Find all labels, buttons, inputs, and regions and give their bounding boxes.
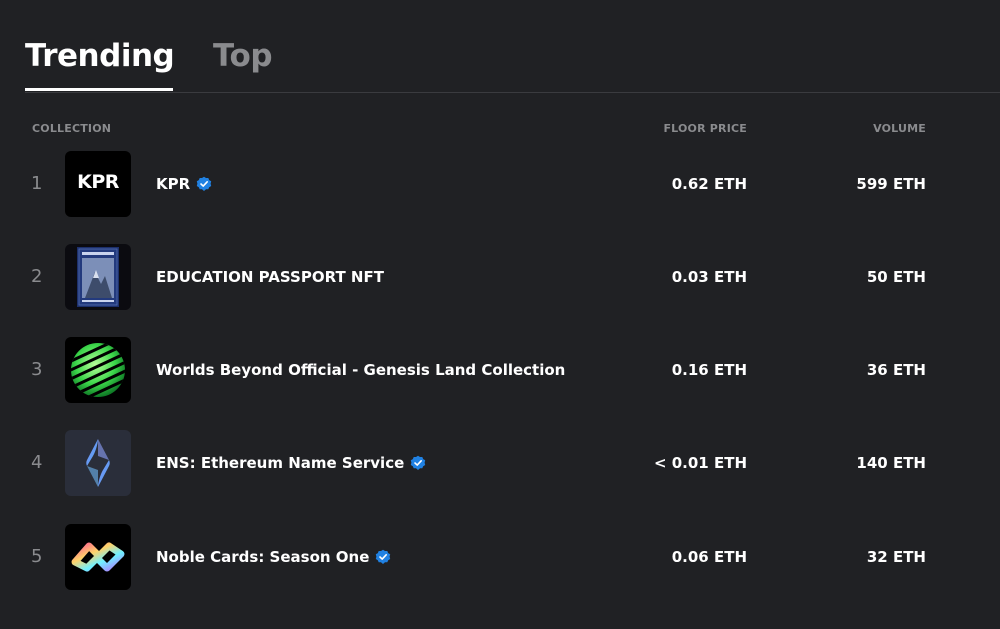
tab-bar: Trending Top (25, 28, 1000, 93)
green-globe-image (71, 343, 125, 397)
floor-price: 0.16 ETH (671, 361, 747, 379)
verified-badge-icon (196, 176, 212, 191)
tab-trending[interactable]: Trending (25, 38, 175, 74)
collection-name[interactable]: Worlds Beyond Official - Genesis Land Co… (156, 361, 565, 379)
ens-diamond-icon (86, 439, 110, 487)
column-header-volume[interactable]: VOLUME (873, 122, 926, 135)
collection-row[interactable]: 5 Noble Cards: Season One 0.06 ETH 32 ET… (0, 524, 1000, 590)
collection-row[interactable]: 2 EDUCATION PASSPORT NFT 0.03 ETH 50 ETH (0, 244, 1000, 310)
tabs-divider (25, 92, 1000, 93)
rank-number: 4 (31, 452, 43, 473)
floor-price: 0.03 ETH (671, 268, 747, 286)
floor-price: 0.06 ETH (671, 548, 747, 566)
education-passport-logo (65, 244, 131, 310)
noble-cards-logo (65, 524, 131, 590)
worlds-beyond-logo (65, 337, 131, 403)
collection-name[interactable]: ENS: Ethereum Name Service (156, 454, 404, 472)
floor-price: < 0.01 ETH (653, 454, 747, 472)
column-header-collection: COLLECTION (32, 122, 112, 135)
volume: 36 ETH (866, 361, 926, 379)
holographic-knot-icon (71, 542, 125, 572)
rank-number: 1 (31, 173, 43, 194)
collection-name[interactable]: KPR (156, 175, 190, 193)
active-tab-indicator (25, 88, 173, 91)
passport-book-image (77, 247, 119, 307)
rank-number: 5 (31, 546, 43, 567)
verified-badge-icon (376, 549, 391, 564)
volume: 599 ETH (856, 175, 926, 193)
collection-name[interactable]: EDUCATION PASSPORT NFT (156, 268, 384, 286)
verified-badge-icon (411, 455, 426, 470)
rank-number: 2 (31, 266, 43, 287)
volume: 32 ETH (866, 548, 926, 566)
rank-number: 3 (31, 359, 43, 380)
collection-row[interactable]: 4 ENS: Ethereum Name Service < 0.01 ETH … (0, 430, 1000, 496)
column-header-floor-price[interactable]: FLOOR PRICE (663, 122, 747, 135)
volume: 50 ETH (866, 268, 926, 286)
volume: 140 ETH (856, 454, 926, 472)
collection-row[interactable]: 1 KPR KPR 0.62 ETH 599 ETH (0, 151, 1000, 217)
collection-name[interactable]: Noble Cards: Season One (156, 548, 369, 566)
ens-logo (65, 430, 131, 496)
kpr-logo: KPR (65, 151, 131, 217)
tab-top[interactable]: Top (213, 38, 273, 74)
kpr-logo-text: KPR (77, 171, 119, 193)
floor-price: 0.62 ETH (671, 175, 747, 193)
collection-row[interactable]: 3 Worlds Beyond Official - Genesis Land … (0, 337, 1000, 403)
